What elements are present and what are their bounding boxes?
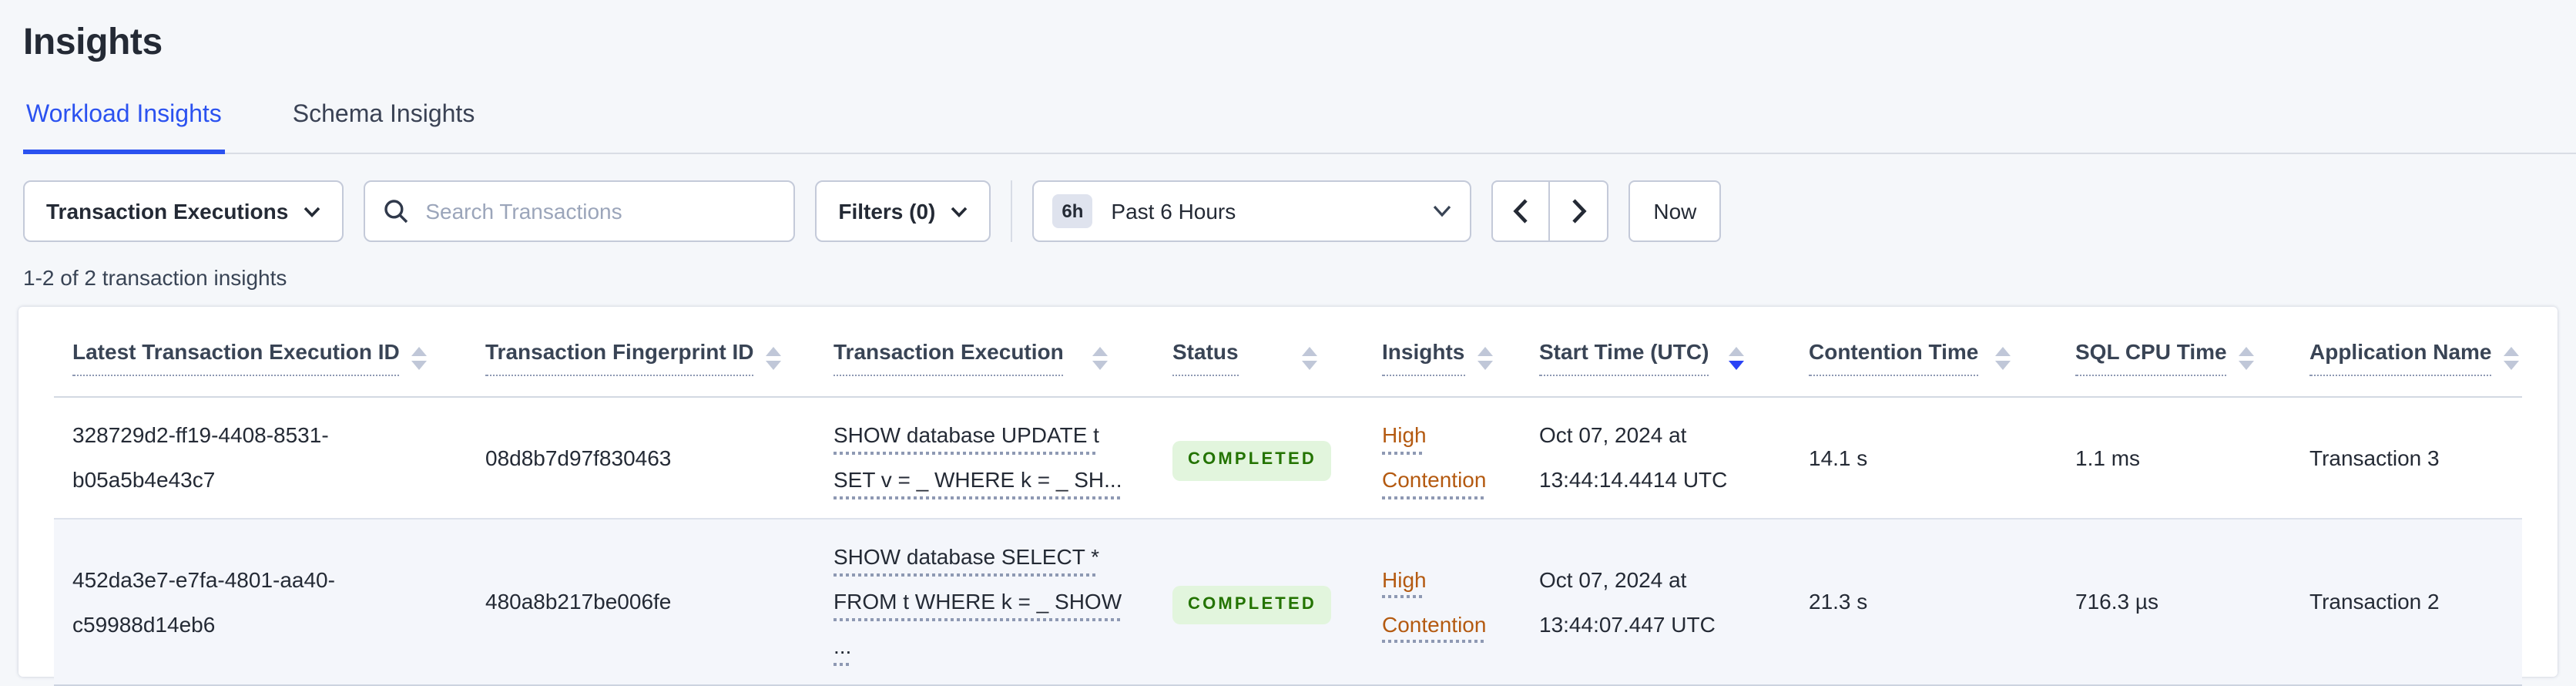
toolbar: Transaction Executions Filters (0) 6h Pa… [23,180,2576,242]
insights-table-card: Latest Transaction Execution ID Transact… [18,307,2558,686]
sort-icon[interactable] [1092,346,1108,369]
tab-workload-insights[interactable]: Workload Insights [23,102,225,154]
toolbar-divider [1011,180,1013,242]
tab-bar: Workload Insights Schema Insights [23,102,2576,154]
page-title: Insights [23,22,163,63]
transaction-execution-link[interactable]: SHOW database SELECT * FROM t WHERE k = … [834,544,1122,658]
transaction-execution-link[interactable]: SHOW database UPDATE t SET v = _ WHERE k… [834,422,1122,492]
sort-icon[interactable] [766,346,782,369]
table-row: 452da3e7-e7fa-4801-aa40- c59988d14eb6 48… [54,519,2522,686]
column-header-transaction-execution[interactable]: Transaction Execution [815,307,1154,398]
tab-schema-insights[interactable]: Schema Insights [290,102,478,154]
column-header-contention-time[interactable]: Contention Time [1790,307,2057,398]
contention-time: 21.3 s [1790,519,2057,686]
transaction-type-dropdown[interactable]: Transaction Executions [23,180,344,242]
sort-icon[interactable] [1302,346,1317,369]
sort-icon[interactable] [1477,346,1493,369]
results-count: 1-2 of 2 transaction insights [23,265,287,290]
column-header-latest-transaction-execution-id[interactable]: Latest Transaction Execution ID [54,307,467,398]
table-row: 328729d2-ff19-4408-8531- b05a5b4e43c7 08… [54,397,2522,520]
start-time: Oct 07, 2024 at 13:44:14.4414 UTC [1521,397,1790,520]
insight-label: High Contention [1382,567,1487,636]
sort-icon[interactable] [1995,346,2011,369]
chevron-right-icon [1571,199,1586,224]
status-badge: COMPLETED [1172,585,1332,625]
column-header-start-time[interactable]: Start Time (UTC) [1521,307,1790,398]
column-header-status[interactable]: Status [1154,307,1363,398]
transaction-fingerprint-id: 480a8b217be006fe [467,519,815,686]
table-header-row: Latest Transaction Execution ID Transact… [54,307,2522,398]
search-input-wrapper [364,180,796,242]
latest-transaction-execution-id: 452da3e7-e7fa-4801-aa40- c59988d14eb6 [54,519,467,686]
sql-cpu-time: 716.3 µs [2057,519,2291,686]
transaction-insights-table: Latest Transaction Execution ID Transact… [54,307,2522,686]
application-name: Transaction 2 [2291,519,2522,686]
chevron-left-icon [1513,199,1528,224]
sort-icon[interactable] [411,346,428,369]
sql-cpu-time: 1.1 ms [2057,397,2291,520]
sort-icon[interactable] [2504,346,2520,369]
chevron-down-icon [1433,205,1451,217]
search-icon [384,199,408,224]
transaction-type-dropdown-label: Transaction Executions [46,199,289,224]
workload-insights-page: Insights Workload Insights Schema Insigh… [0,0,2576,686]
time-next-button[interactable] [1550,180,1609,242]
time-range-dropdown[interactable]: 6h Past 6 Hours [1032,180,1472,242]
time-range-arrows [1491,180,1609,242]
time-prev-button[interactable] [1491,180,1551,242]
time-range-label: Past 6 Hours [1111,199,1236,224]
search-input[interactable] [422,197,776,225]
column-header-transaction-fingerprint-id[interactable]: Transaction Fingerprint ID [467,307,815,398]
latest-transaction-execution-id: 328729d2-ff19-4408-8531- b05a5b4e43c7 [54,397,467,520]
transaction-fingerprint-id: 08d8b7d97f830463 [467,397,815,520]
sort-icon[interactable] [2239,346,2255,369]
time-range-badge: 6h [1052,194,1093,228]
chevron-down-icon [951,206,968,217]
status-badge: COMPLETED [1172,441,1332,481]
chevron-down-icon [304,206,320,217]
insight-label: High Contention [1382,422,1487,492]
application-name: Transaction 3 [2291,397,2522,520]
column-header-application-name[interactable]: Application Name [2291,307,2522,398]
column-header-insights[interactable]: Insights [1363,307,1521,398]
start-time: Oct 07, 2024 at 13:44:07.447 UTC [1521,519,1790,686]
now-button[interactable]: Now [1628,180,1722,242]
contention-time: 14.1 s [1790,397,2057,520]
filters-dropdown-label: Filters (0) [838,199,936,224]
column-header-sql-cpu-time[interactable]: SQL CPU Time [2057,307,2291,398]
filters-dropdown[interactable]: Filters (0) [815,180,991,242]
sort-icon-active-desc[interactable] [1729,346,1744,369]
